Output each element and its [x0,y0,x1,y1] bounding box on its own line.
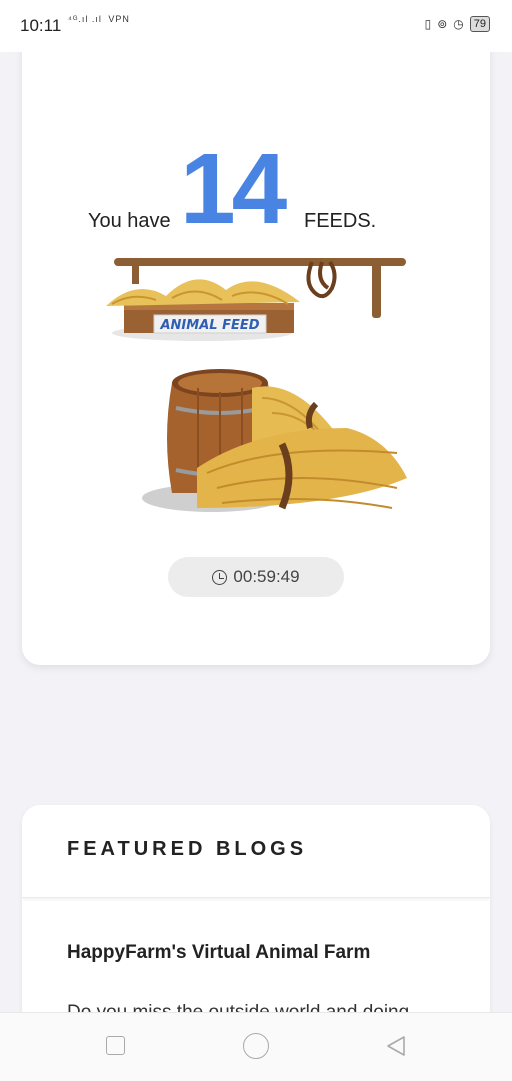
battery-icon: 79 [469,16,490,32]
vibrate-icon: ▯ [424,17,432,31]
signal-strength-icon: ⁴ᴳ.ıl .ıl [68,14,102,24]
home-icon[interactable] [243,1033,269,1059]
status-bar: 10:11 ⁴ᴳ.ıl .ıl VPN ▯ ⊚ ◷ 79 [0,0,512,52]
lock-icon: ⊚ [437,17,448,31]
vpn-icon: VPN [108,14,130,24]
navigation-bar [0,1012,512,1081]
feeds-label: FEEDS. [304,210,377,232]
clock-icon [212,569,228,585]
timer-value: 00:59:49 [233,567,300,586]
recent-apps-icon[interactable] [106,1036,125,1055]
blogs-header: FEATURED BLOGS [22,805,490,898]
featured-blogs-title: FEATURED BLOGS [67,838,308,860]
feed-count: 14 [180,133,287,245]
status-time: 10:11 [20,16,62,35]
feed-count-line: You have 14 FEEDS. [22,110,490,245]
blog-item-title[interactable]: HappyFarm's Virtual Animal Farm [67,942,370,964]
signal-icons: ⁴ᴳ.ıl .ıl VPN [68,14,130,24]
feed-card: You have 14 FEEDS. ANIMAL FEED 00:59:49 [22,38,490,665]
back-icon[interactable] [384,1034,408,1058]
animal-feed-illustration: ANIMAL FEED [106,258,407,512]
alarm-icon: ◷ [453,17,464,31]
countdown-timer: 00:59:49 [168,557,344,597]
you-have-label: You have [88,210,171,232]
sign-text: ANIMAL FEED [159,318,259,333]
